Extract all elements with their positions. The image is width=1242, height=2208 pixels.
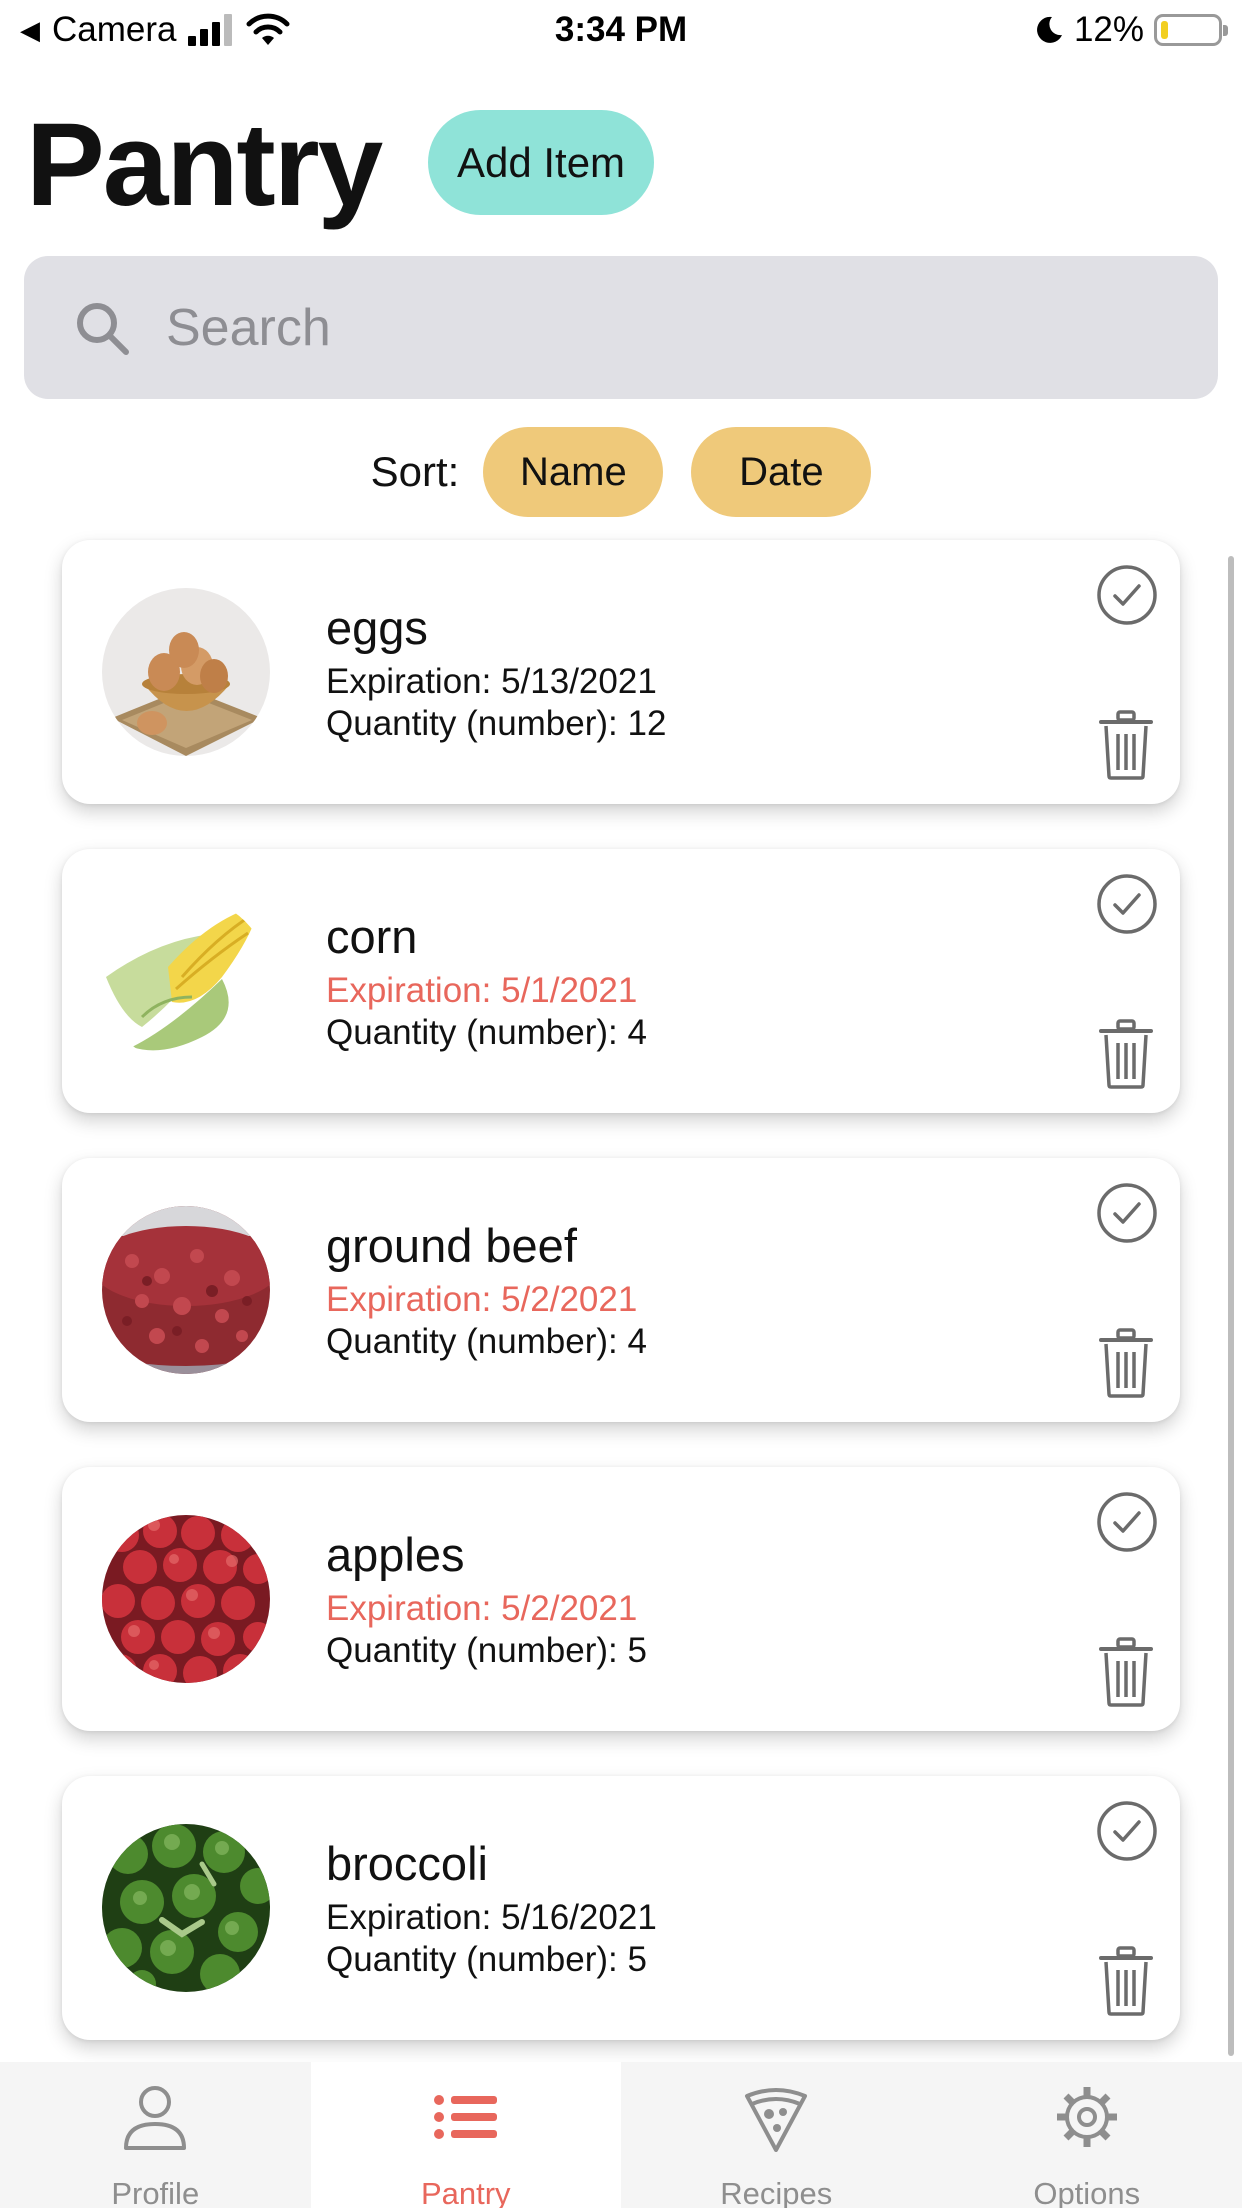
sort-by-name-button[interactable]: Name: [483, 427, 664, 517]
search-icon: [77, 302, 129, 355]
sort-by-date-button[interactable]: Date: [691, 427, 872, 517]
scrollbar[interactable]: [1228, 556, 1234, 2056]
check-circle-icon[interactable]: [1096, 1182, 1158, 1244]
moon-icon: [1036, 16, 1062, 43]
add-item-button[interactable]: Add Item: [428, 110, 654, 215]
item-expiration: Expiration: 5/1/2021: [326, 971, 638, 1010]
broccoli-photo: [102, 1824, 270, 1992]
search-bar[interactable]: [24, 256, 1218, 399]
eggs-photo: [102, 588, 270, 756]
check-circle-icon[interactable]: [1096, 1491, 1158, 1553]
gear-icon: [1056, 2087, 1117, 2147]
tab-profile[interactable]: Profile: [0, 2062, 311, 2208]
trash-icon[interactable]: [1098, 1946, 1154, 2016]
item-quantity: Quantity (number): 5: [326, 1940, 647, 1979]
person-icon: [124, 2086, 187, 2150]
tab-pantry[interactable]: Pantry: [310, 2062, 621, 2208]
item-expiration: Expiration: 5/13/2021: [326, 662, 657, 701]
tab-options[interactable]: Options: [932, 2062, 1242, 2208]
status-right: 12%: [1034, 10, 1228, 50]
pantry-item-card[interactable]: ground beef Expiration: 5/2/2021 Quantit…: [62, 1158, 1180, 1422]
pantry-list: eggs Expiration: 5/13/2021 Quantity (num…: [62, 540, 1180, 2085]
list-icon: [433, 2095, 497, 2139]
tab-label: Pantry: [420, 2176, 511, 2208]
page-title: Pantry: [26, 99, 383, 231]
check-circle-icon[interactable]: [1096, 1800, 1158, 1862]
check-circle-icon[interactable]: [1096, 564, 1158, 626]
pizza-icon: [745, 2088, 808, 2152]
item-expiration: Expiration: 5/16/2021: [326, 1898, 657, 1937]
tab-recipes[interactable]: Recipes: [621, 2062, 932, 2208]
item-name: eggs: [326, 601, 428, 654]
item-quantity: Quantity (number): 12: [326, 704, 667, 743]
pantry-item-card[interactable]: eggs Expiration: 5/13/2021 Quantity (num…: [62, 540, 1180, 804]
item-name: ground beef: [326, 1219, 577, 1272]
item-expiration: Expiration: 5/2/2021: [326, 1280, 638, 1319]
battery-percent: 12%: [1073, 10, 1144, 49]
search-input[interactable]: [166, 297, 1166, 358]
battery-icon: [1154, 14, 1228, 46]
status-bar: ◀ Camera 3:34 PM 12%: [0, 0, 1242, 62]
battery-fill: [1161, 21, 1168, 39]
item-expiration: Expiration: 5/2/2021: [326, 1589, 638, 1628]
trash-icon[interactable]: [1098, 710, 1154, 780]
pantry-item-card[interactable]: corn Expiration: 5/1/2021 Quantity (numb…: [62, 849, 1180, 1113]
trash-icon[interactable]: [1098, 1019, 1154, 1089]
item-quantity: Quantity (number): 4: [326, 1013, 647, 1052]
item-quantity: Quantity (number): 5: [326, 1631, 647, 1670]
tab-bar: Profile Pantry Recipes Options: [0, 2062, 1242, 2208]
pantry-item-card[interactable]: apples Expiration: 5/2/2021 Quantity (nu…: [62, 1467, 1180, 1731]
trash-icon[interactable]: [1098, 1328, 1154, 1398]
corn-photo: [102, 897, 270, 1065]
apples-photo: [102, 1515, 270, 1683]
pantry-item-card[interactable]: broccoli Expiration: 5/16/2021 Quantity …: [62, 1776, 1180, 2040]
item-quantity: Quantity (number): 4: [326, 1322, 647, 1361]
tab-label: Profile: [111, 2176, 200, 2208]
check-circle-icon[interactable]: [1096, 873, 1158, 935]
item-name: apples: [326, 1528, 465, 1581]
ground-beef-photo: [102, 1206, 270, 1374]
trash-icon[interactable]: [1098, 1637, 1154, 1707]
item-name: corn: [326, 910, 418, 963]
item-name: broccoli: [326, 1837, 488, 1890]
tab-label: Options: [1033, 2176, 1141, 2208]
sort-row: Sort: Name Date: [0, 426, 1242, 518]
tab-label: Recipes: [720, 2176, 833, 2208]
sort-label: Sort:: [370, 448, 460, 495]
